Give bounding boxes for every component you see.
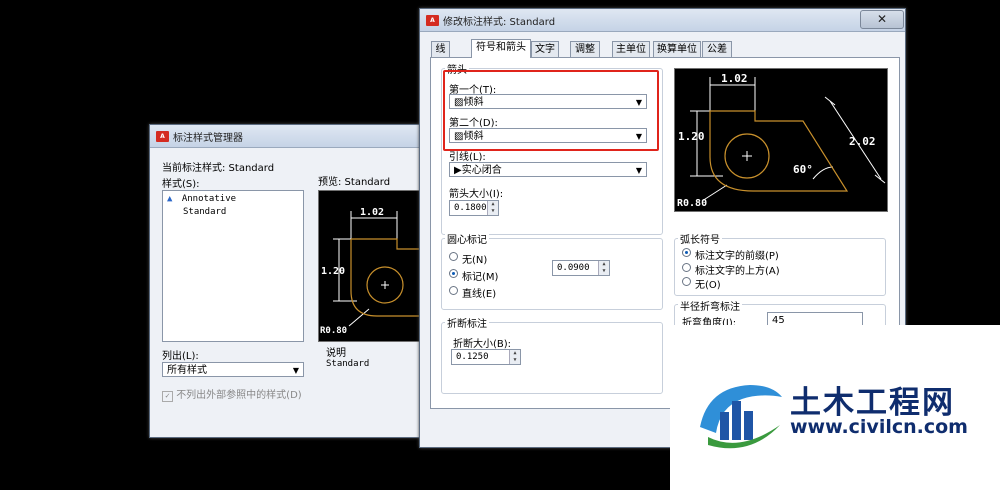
spinner-arrows-icon[interactable]: ▲ ▼ xyxy=(509,350,520,364)
arc-none-radio[interactable] xyxy=(682,277,691,286)
preview-angle: 60° xyxy=(793,163,813,176)
preview-dim-left: 1.20 xyxy=(678,130,705,143)
manager-preview-radius: R0.80 xyxy=(320,326,347,336)
arc-length-group-title: 弧长符号 xyxy=(678,231,722,246)
checkbox-icon: ✓ xyxy=(162,391,173,402)
style-item-annotative[interactable]: ▲ Annotative xyxy=(167,194,236,204)
manager-titlebar[interactable]: A 标注样式管理器 xyxy=(150,125,425,148)
spinner-arrows-icon[interactable]: ▲ ▼ xyxy=(598,261,609,275)
chevron-down-icon: ▼ xyxy=(635,166,642,175)
brand-url: www.civilcn.com xyxy=(790,416,968,438)
xref-checkbox[interactable]: ✓ 不列出外部参照中的样式(D) xyxy=(162,386,302,402)
dimension-break-group-title: 折断标注 xyxy=(445,315,489,330)
preview-radius: R0.80 xyxy=(677,198,707,209)
preview-dim-top: 1.02 xyxy=(721,72,748,85)
center-line-label: 直线(E) xyxy=(462,289,497,300)
tab-tolerances[interactable]: 公差 xyxy=(702,41,732,57)
current-style-label: 当前标注样式: Standard xyxy=(162,163,275,174)
close-button[interactable]: ✕ xyxy=(860,10,904,29)
chevron-down-icon: ▼ xyxy=(292,366,299,375)
arc-before-radio[interactable] xyxy=(682,248,691,257)
watermark-area: 土木工程网 www.civilcn.com xyxy=(670,325,1000,490)
dimension-style-manager-window: A 标注样式管理器 当前标注样式: Standard 样式(S): ▲ Anno… xyxy=(149,124,428,438)
closed-filled-arrow-icon: ▶ xyxy=(454,165,462,176)
tab-text[interactable]: 文字 xyxy=(531,41,559,57)
styles-listbox[interactable]: ▲ Annotative Standard xyxy=(162,190,304,342)
civilcn-logo-icon xyxy=(700,385,782,449)
modify-titlebar[interactable]: A 修改标注样式: Standard xyxy=(420,9,905,32)
annotative-icon: ▲ xyxy=(167,194,173,204)
highlight-box xyxy=(443,70,659,151)
preview-label: 预览: Standard xyxy=(318,177,391,188)
leader-arrow-label: 引线(L): xyxy=(449,152,486,163)
styles-label: 样式(S): xyxy=(162,179,200,190)
center-size-input[interactable]: 0.0900 ▲ ▼ xyxy=(552,260,610,276)
manager-preview-canvas: 1.02 1.20 R0.80 xyxy=(318,190,428,342)
autocad-app-icon: A xyxy=(156,130,169,142)
break-size-label: 折断大小(B): xyxy=(453,339,512,350)
arc-above-radio[interactable] xyxy=(682,263,691,272)
modify-preview-canvas: 1.02 1.20 2.02 60° R0.80 xyxy=(674,68,888,212)
tab-symbols-arrows[interactable]: 符号和箭头 xyxy=(471,39,531,58)
tab-alternate-units[interactable]: 换算单位 xyxy=(653,41,701,57)
list-filter-select[interactable]: 所有样式 ▼ xyxy=(162,362,304,377)
center-marks-group-title: 圆心标记 xyxy=(445,231,489,246)
tab-fit[interactable]: 调整 xyxy=(570,41,600,57)
center-mark-label: 标记(M) xyxy=(462,272,499,283)
tab-primary-units[interactable]: 主单位 xyxy=(612,41,650,57)
arrow-size-input[interactable]: 0.1800 ▲ ▼ xyxy=(449,200,499,216)
close-icon: ✕ xyxy=(876,12,888,26)
preview-dim-right: 2.02 xyxy=(849,135,876,148)
manager-preview-dim-left: 1.20 xyxy=(321,266,345,277)
arc-before-label: 标注文字的前缀(P) xyxy=(695,251,779,262)
autocad-app-icon: A xyxy=(426,14,439,26)
leader-arrow-select[interactable]: ▶实心闭合 ▼ xyxy=(449,162,647,177)
break-size-input[interactable]: 0.1250 ▲ ▼ xyxy=(451,349,521,365)
radius-jog-group-title: 半径折弯标注 xyxy=(678,298,742,313)
manager-title: 标注样式管理器 xyxy=(173,132,243,144)
arc-none-label: 无(O) xyxy=(695,280,721,291)
center-none-radio[interactable] xyxy=(449,252,458,261)
list-label: 列出(L): xyxy=(162,351,199,362)
description-label: 说明 xyxy=(326,348,346,359)
center-none-label: 无(N) xyxy=(462,255,488,266)
modify-title: 修改标注样式: Standard xyxy=(443,16,556,28)
center-line-radio[interactable] xyxy=(449,286,458,295)
style-item-standard[interactable]: Standard xyxy=(183,207,226,217)
spinner-arrows-icon[interactable]: ▲ ▼ xyxy=(487,201,498,215)
tab-lines[interactable]: 线 xyxy=(431,41,450,57)
manager-preview-dim-top: 1.02 xyxy=(360,207,384,218)
arrow-size-label: 箭头大小(I): xyxy=(449,189,504,200)
center-mark-radio[interactable] xyxy=(449,269,458,278)
arc-above-label: 标注文字的上方(A) xyxy=(695,266,780,277)
description-value: Standard xyxy=(326,359,370,369)
